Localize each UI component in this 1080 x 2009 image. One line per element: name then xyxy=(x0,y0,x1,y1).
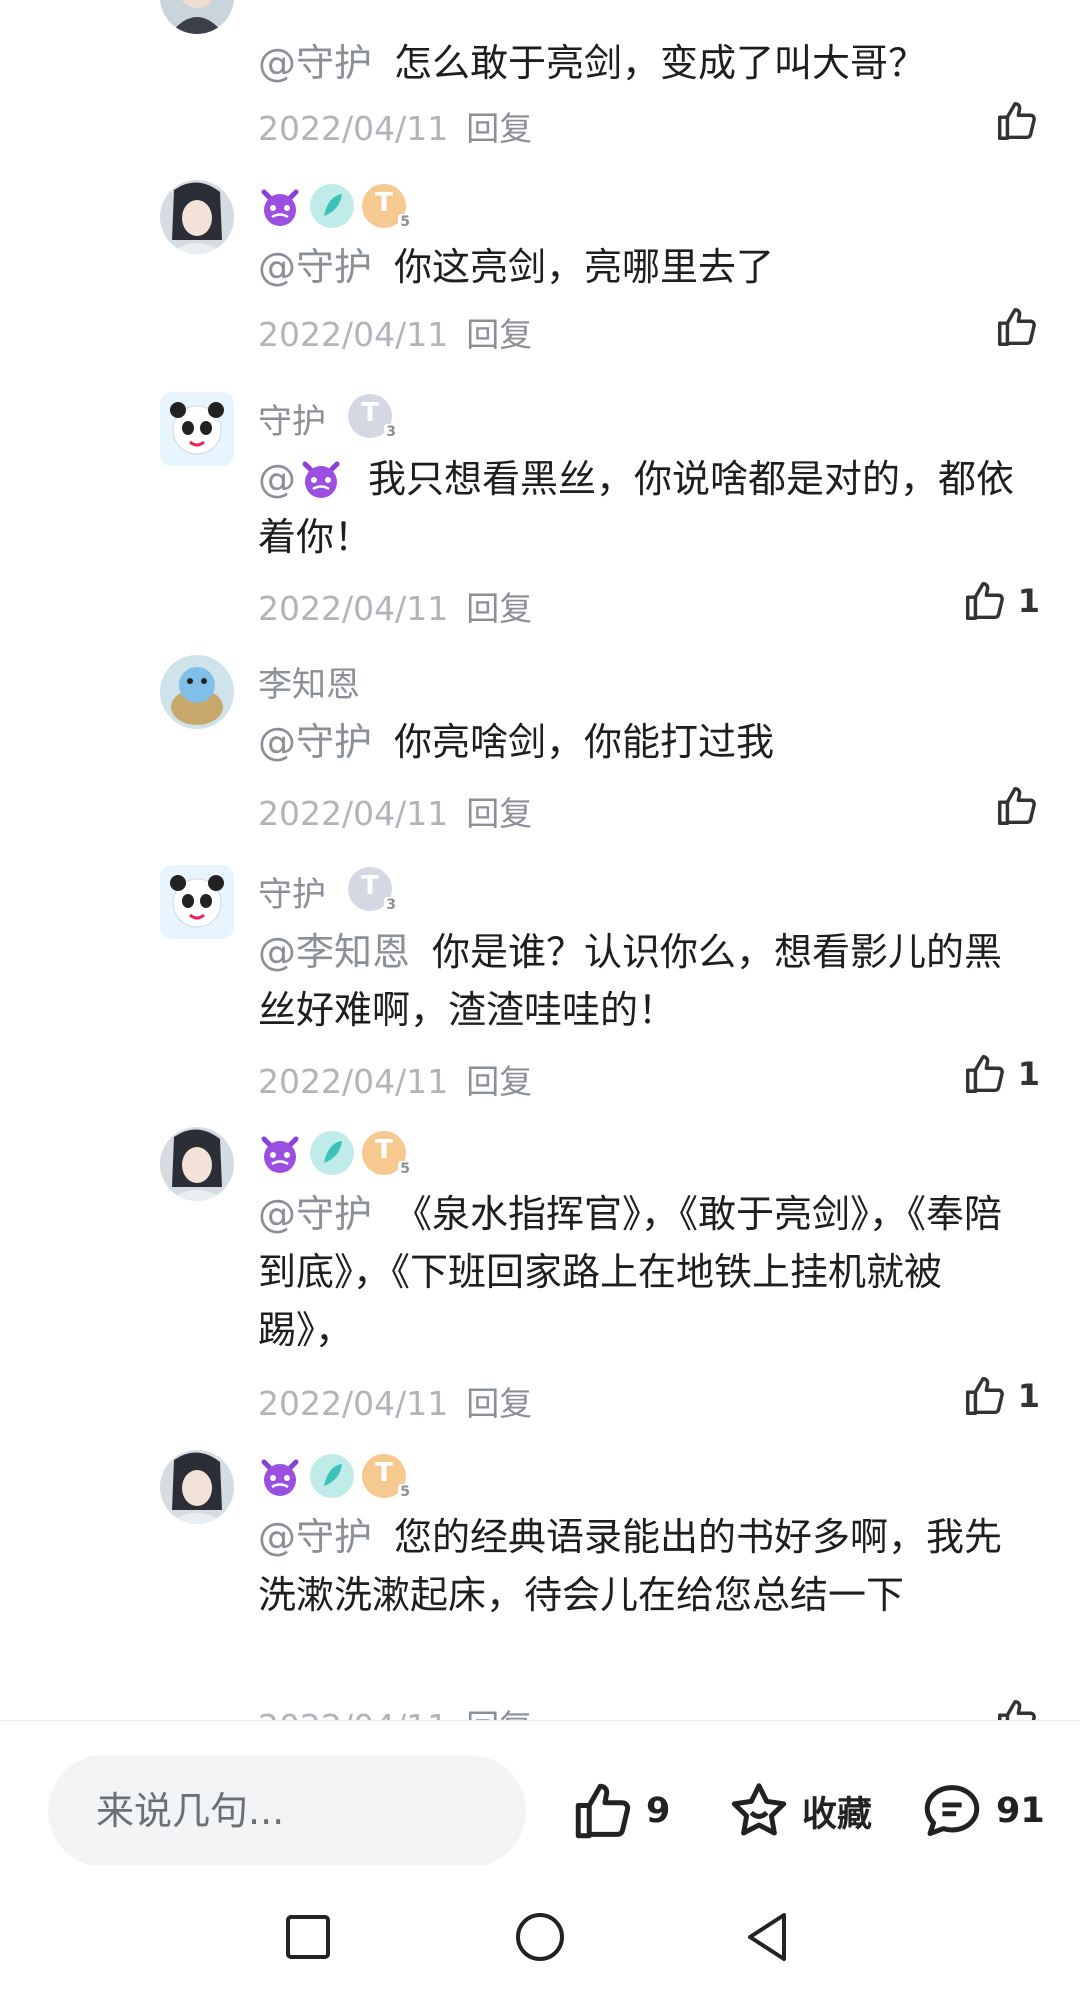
like-button[interactable]: 1 xyxy=(962,1051,1040,1097)
avatar[interactable] xyxy=(160,1127,234,1201)
thumbs-up-icon xyxy=(575,1783,631,1839)
comment-text: @守护 《泉水指挥官》，《敢于亮剑》，《奉陪到底》，《下班回家路上在地铁上挂机就被… xyxy=(258,1192,1003,1352)
post-like-button[interactable]: 9 xyxy=(570,1773,670,1849)
reply-button[interactable]: 回复 xyxy=(466,1384,532,1423)
t3-badge-icon: 3 xyxy=(348,394,398,440)
comment-meta: 2022/04/11 回复 xyxy=(258,787,532,835)
comment-meta: 2022/04/11 回复 xyxy=(258,308,532,356)
t5-badge-icon: 5 xyxy=(362,1454,412,1500)
comment-meta: 2022/04/11 回复 xyxy=(258,1700,532,1720)
user-badges: 3 xyxy=(348,867,398,913)
like-count: 1 xyxy=(1017,582,1040,620)
user-badges: 3 xyxy=(348,394,398,440)
user-badges: 5 xyxy=(258,184,412,230)
recents-button[interactable] xyxy=(248,1865,368,2009)
reply-button[interactable]: 回复 xyxy=(466,1707,532,1720)
like-button[interactable]: 1 xyxy=(962,1373,1040,1419)
bottom-action-bar: 9 收藏 91 xyxy=(0,1720,1080,1867)
thumbs-up-icon xyxy=(965,1377,1004,1415)
comment-text: @李知恩 你是谁？认识你么，想看影儿的黑丝好难啊，渣渣哇哇的！ xyxy=(258,930,1003,1032)
comment-text: @守护 你亮啥剑，你能打过我 xyxy=(258,720,775,764)
mention-link[interactable]: @守护 xyxy=(258,245,372,289)
mention-link[interactable]: @守护 xyxy=(258,1515,372,1559)
comment-meta: 2022/04/11 回复 xyxy=(258,1055,532,1103)
comment-date: 2022/04/11 xyxy=(258,1384,449,1423)
post-like-count: 9 xyxy=(646,1791,671,1831)
comment-text: @ 我只想看黑丝，你说啥都是对的，都依着你！ xyxy=(258,457,1015,559)
thumbs-up-icon xyxy=(965,1055,1004,1093)
like-button[interactable] xyxy=(994,304,1040,350)
devil-icon xyxy=(258,184,302,228)
user-badges: 5 xyxy=(258,1131,412,1177)
avatar[interactable] xyxy=(160,392,234,466)
reply-button[interactable]: 回复 xyxy=(466,1062,532,1101)
leaf-badge-icon xyxy=(310,1454,354,1498)
favorite-label: 收藏 xyxy=(802,1794,873,1835)
comment-bubble-icon xyxy=(924,1785,980,1837)
system-nav-bar xyxy=(0,1865,1080,2009)
comment-meta: 2022/04/11 回复 xyxy=(258,1377,532,1425)
comments-button[interactable]: 91 xyxy=(918,1773,1045,1849)
thumbs-up-icon xyxy=(998,308,1036,346)
comment-text: @守护 您的经典语录能出的书好多啊，我先洗漱洗漱起床，待会儿在给您总结一下 xyxy=(258,1515,1003,1617)
avatar[interactable] xyxy=(160,865,234,939)
username[interactable]: 李知恩 xyxy=(258,657,360,706)
comment-text: @守护 你这亮剑，亮哪里去了 xyxy=(258,245,775,289)
devil-icon xyxy=(258,1454,302,1498)
user-badges: 5 xyxy=(258,1454,412,1500)
t5-badge-icon: 5 xyxy=(362,184,412,230)
thumbs-up-icon xyxy=(998,787,1036,825)
like-button[interactable] xyxy=(994,98,1040,144)
like-button[interactable] xyxy=(994,783,1040,829)
star-icon xyxy=(731,1783,787,1836)
mention-link[interactable]: @守护 xyxy=(258,1192,372,1236)
comment-meta: 2022/04/11 回复 xyxy=(258,102,532,150)
comment-count: 91 xyxy=(996,1791,1045,1831)
mention-link[interactable]: @守护 xyxy=(258,720,372,764)
username[interactable]: 守护 xyxy=(258,394,326,443)
favorite-button[interactable]: 收藏 xyxy=(726,1773,872,1849)
leaf-badge-icon xyxy=(310,184,354,228)
reply-button[interactable]: 回复 xyxy=(466,589,532,628)
reply-button[interactable]: 回复 xyxy=(466,109,532,148)
comment-text: @守护 怎么敢于亮剑，变成了叫大哥？ xyxy=(258,41,927,85)
thumbs-up-icon xyxy=(998,1700,1036,1720)
comment-date: 2022/04/11 xyxy=(258,315,449,354)
avatar[interactable] xyxy=(160,180,234,254)
comment-date: 2022/04/11 xyxy=(258,794,449,833)
back-triangle-icon xyxy=(748,1913,786,1961)
thumbs-up-icon xyxy=(998,102,1036,140)
t5-badge-icon: 5 xyxy=(362,1131,412,1177)
comment-date: 2022/04/11 xyxy=(258,1062,449,1101)
thumbs-up-icon xyxy=(965,582,1004,620)
comment-feed[interactable]: @守护怎么敢于亮剑，变成了叫大哥？ 2022/04/11 回复 5 @守护你这亮剑… xyxy=(0,0,1080,1720)
circle-icon xyxy=(516,1913,564,1961)
devil-icon xyxy=(296,456,346,500)
comment-input[interactable] xyxy=(48,1755,526,1867)
like-button[interactable]: 1 xyxy=(962,578,1040,624)
square-icon xyxy=(286,1915,330,1959)
devil-icon xyxy=(258,1131,302,1175)
reply-button[interactable]: 回复 xyxy=(466,315,532,354)
like-count: 1 xyxy=(1017,1377,1040,1415)
t3-badge-icon: 3 xyxy=(348,867,398,913)
like-count: 1 xyxy=(1017,1055,1040,1093)
avatar[interactable] xyxy=(160,1450,234,1524)
comment-date: 2022/04/11 xyxy=(258,1707,448,1720)
like-button[interactable] xyxy=(994,1696,1040,1720)
comment-date: 2022/04/11 xyxy=(258,589,449,628)
mention-link[interactable]: @李知恩 xyxy=(258,930,410,974)
username[interactable]: 守护 xyxy=(258,867,326,916)
reply-button[interactable]: 回复 xyxy=(466,794,532,833)
comment-date: 2022/04/11 xyxy=(258,109,449,148)
mention-link[interactable]: @守护 xyxy=(258,41,372,85)
avatar[interactable] xyxy=(160,655,234,729)
comment-meta: 2022/04/11 回复 xyxy=(258,582,532,630)
mention-link[interactable]: @ xyxy=(258,457,346,501)
back-button[interactable] xyxy=(708,1865,828,2009)
home-button[interactable] xyxy=(480,1865,600,2009)
avatar[interactable] xyxy=(160,0,234,34)
leaf-badge-icon xyxy=(310,1131,354,1175)
